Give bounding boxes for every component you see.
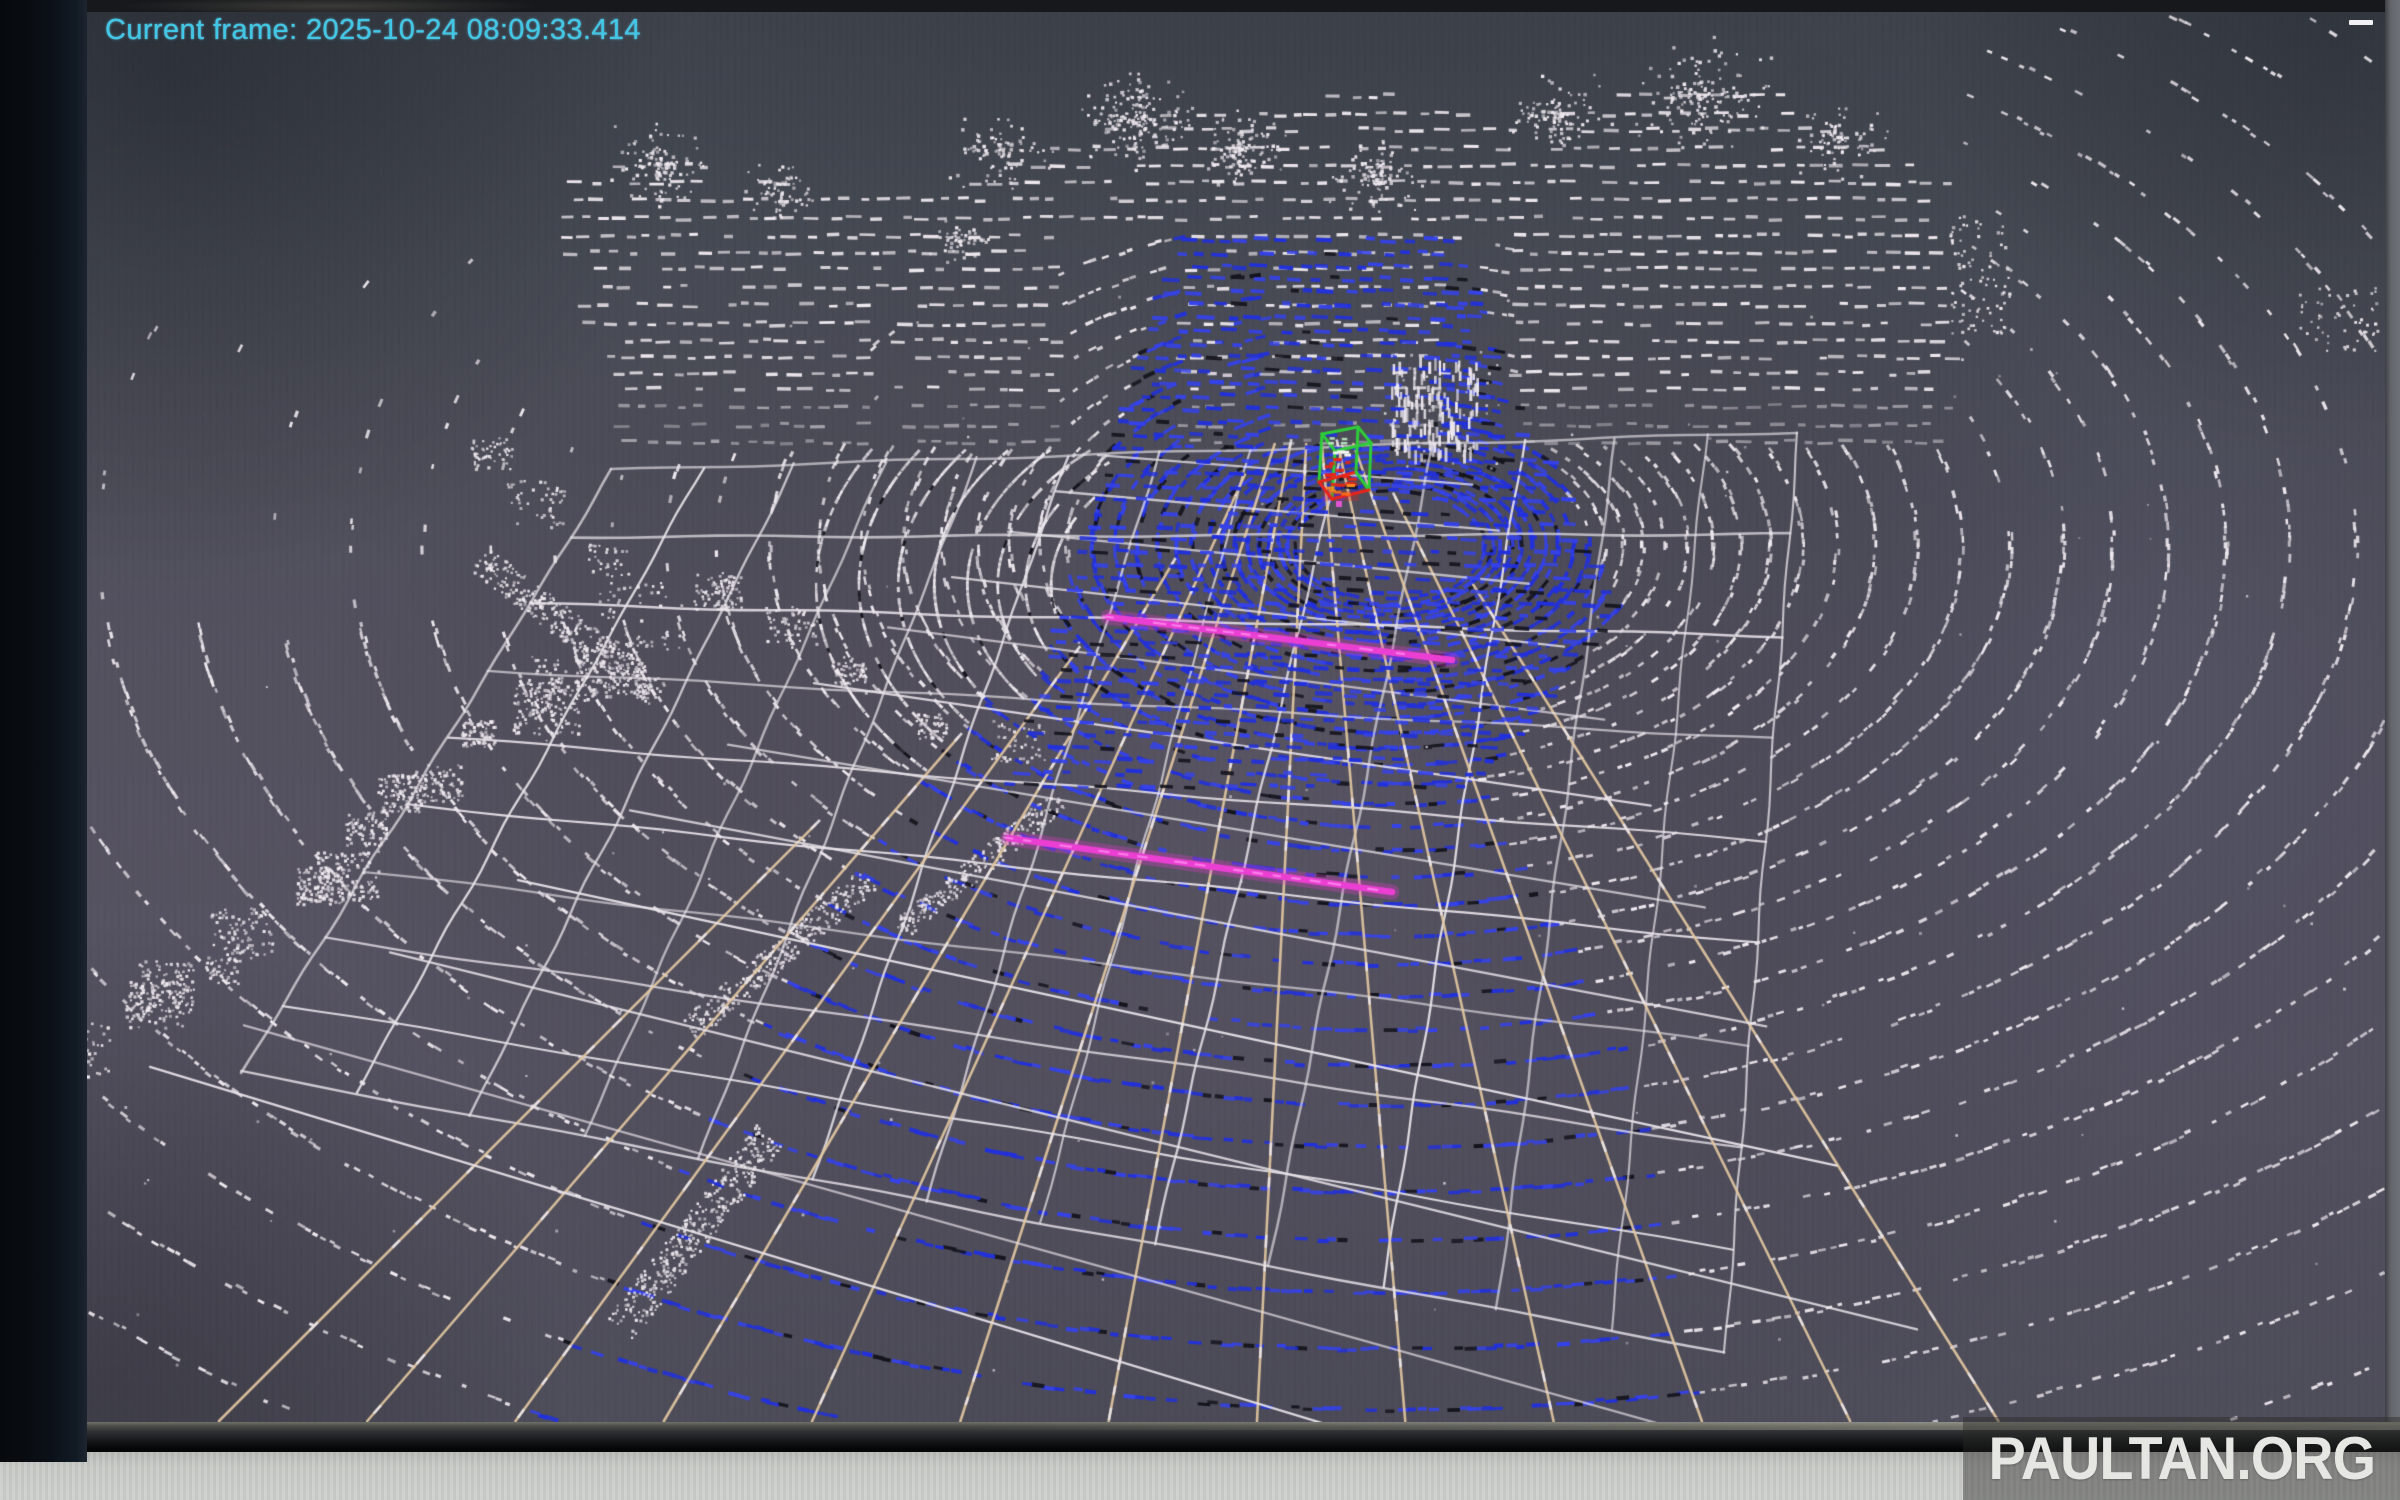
current-frame-timestamp: Current frame: 2025-10-24 08:09:33.414 xyxy=(105,14,641,47)
pointcloud-canvas[interactable] xyxy=(87,12,2385,1422)
photo-of-monitor: Current frame: 2025-10-24 08:09:33.414 P… xyxy=(0,0,2400,1500)
watermark-text: PAULTAN.ORG xyxy=(1988,1424,2375,1493)
monitor-bezel-right xyxy=(2385,0,2400,1452)
monitor-bezel-top xyxy=(0,0,2400,12)
monitor-bezel-left xyxy=(0,0,87,1462)
lidar-viewer-screen: Current frame: 2025-10-24 08:09:33.414 xyxy=(87,12,2385,1422)
minimize-dash-icon[interactable] xyxy=(2349,20,2373,25)
watermark-overlay: PAULTAN.ORG xyxy=(1963,1417,2400,1500)
